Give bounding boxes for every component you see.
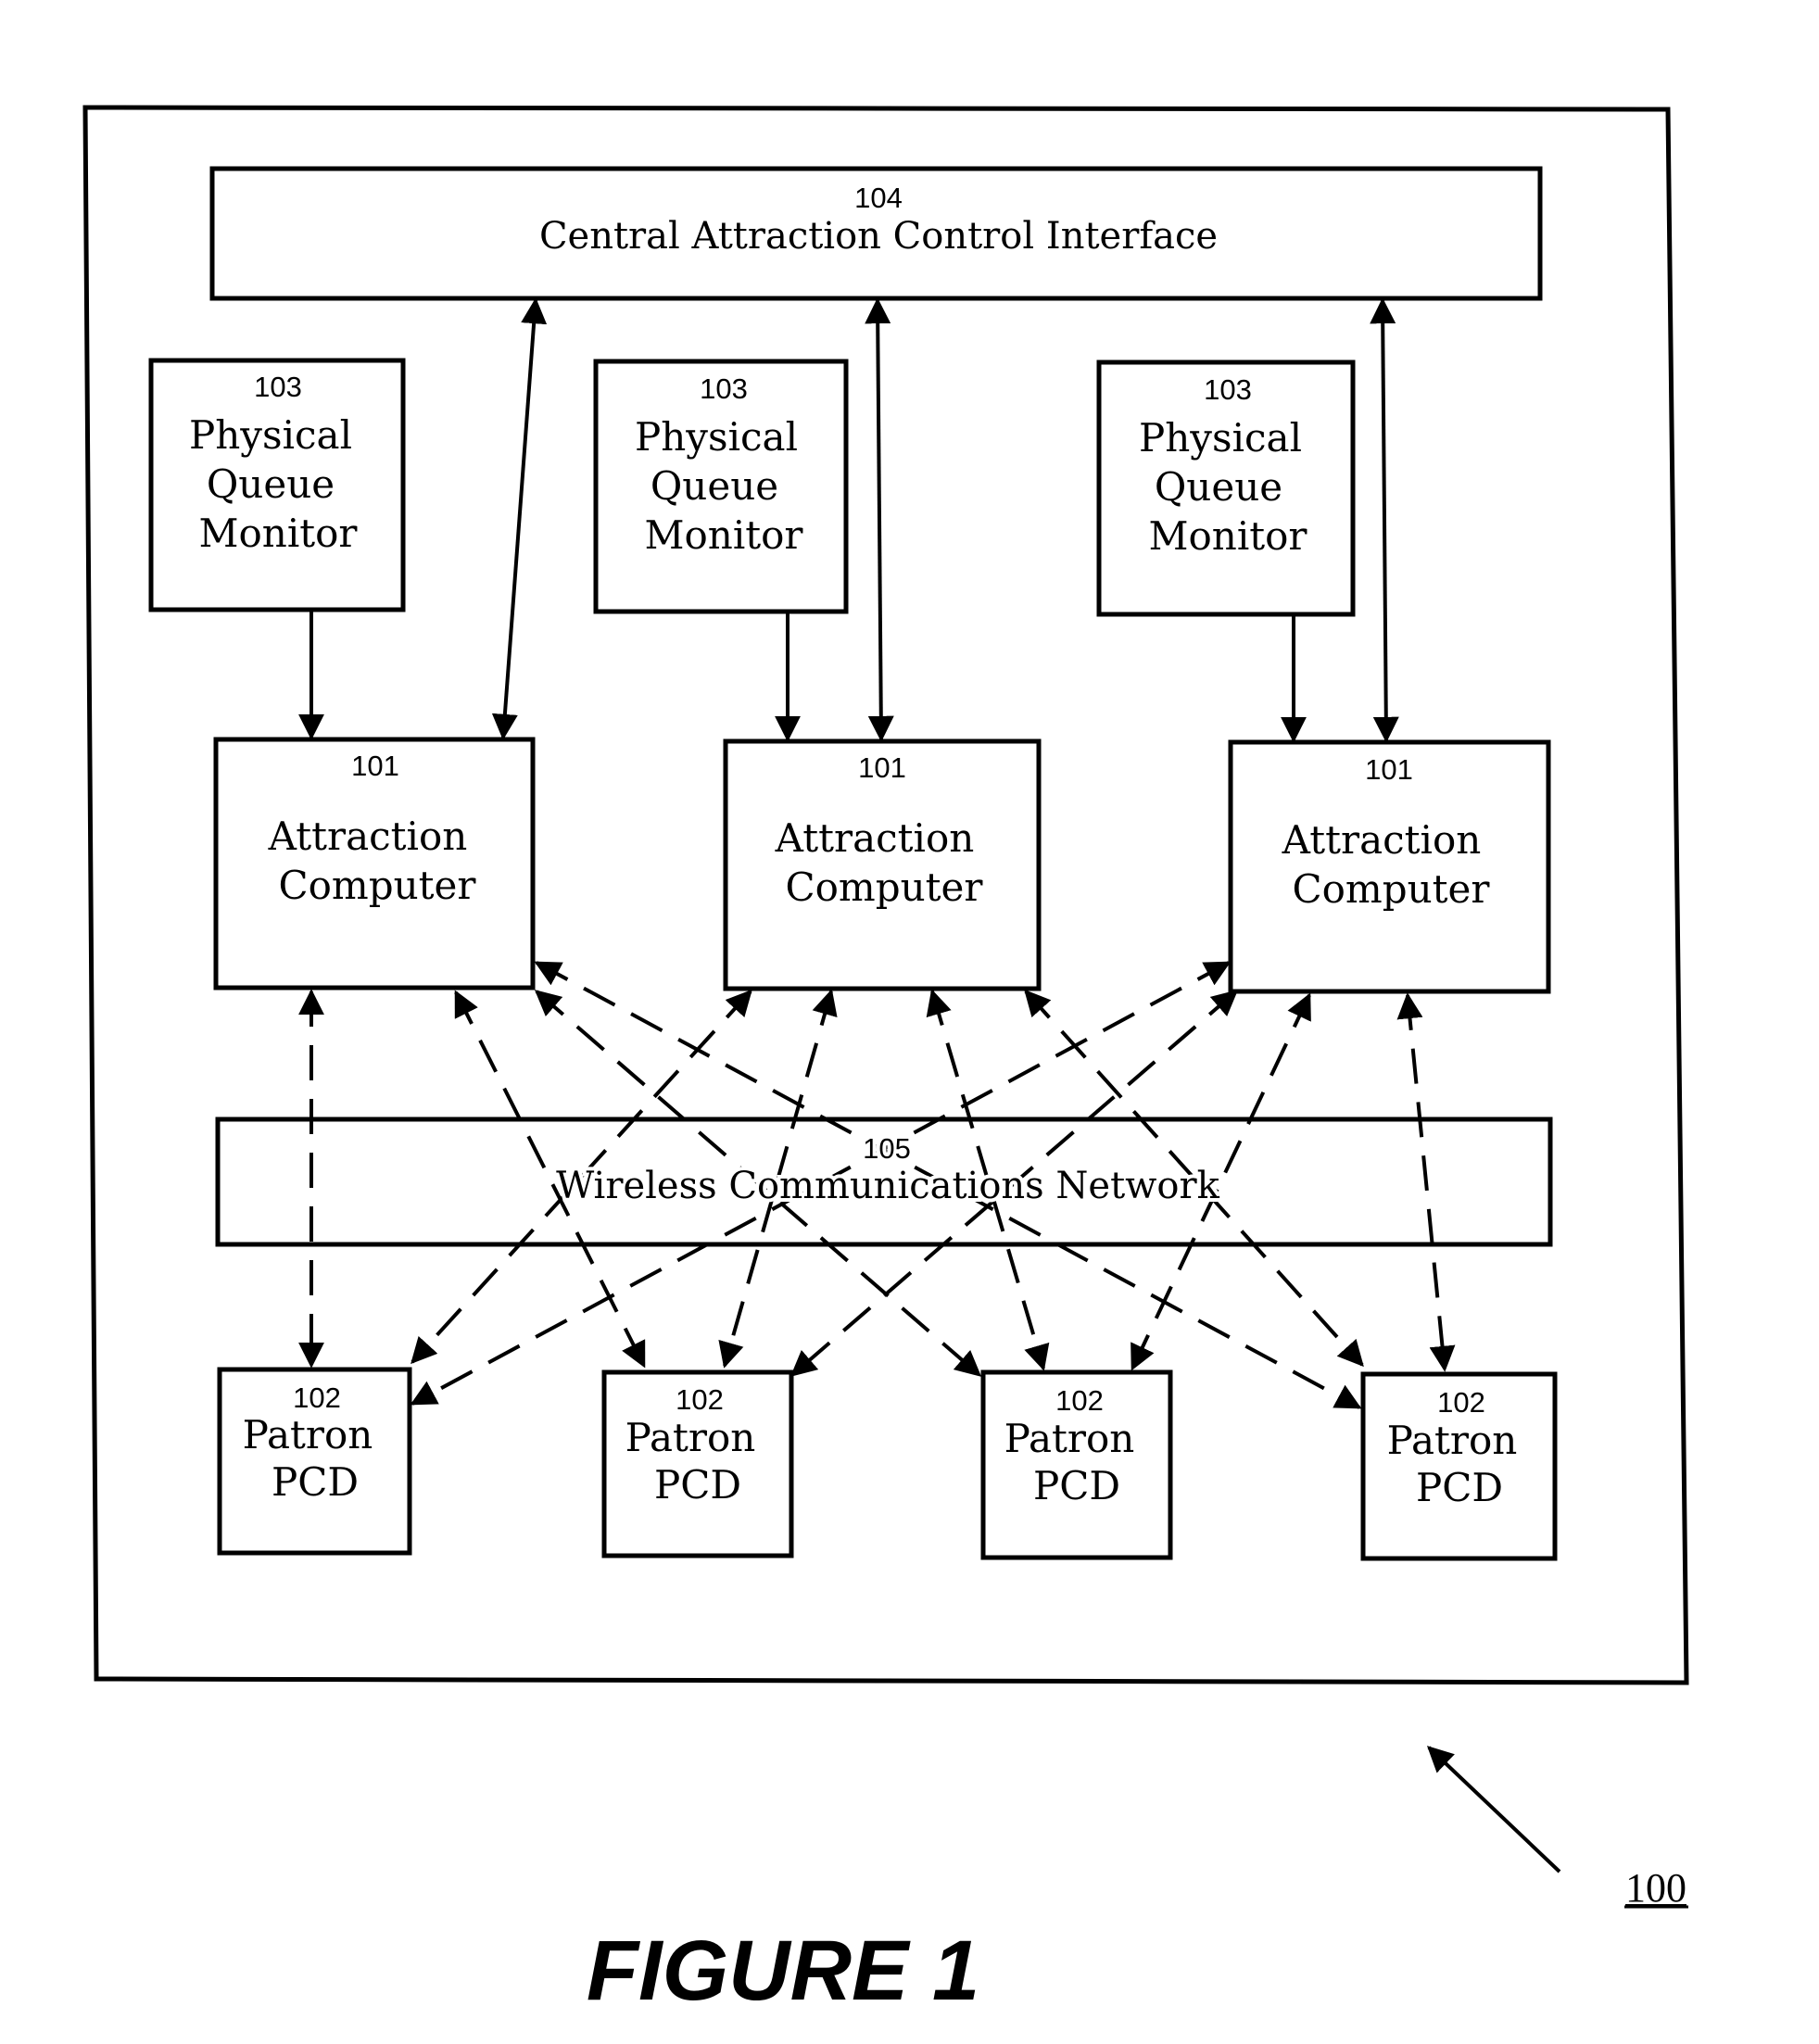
patron-pcd-label-line: PCD <box>272 1459 359 1505</box>
central-interface-label: Central Attraction Control Interface <box>539 215 1218 258</box>
attraction-computer-3: 101 Attraction Computer <box>1228 739 1551 994</box>
attraction-computer-1: 101 Attraction Computer <box>213 737 536 990</box>
attraction-computer-number: 101 <box>351 750 399 782</box>
arrow-attraction-computer-3-central-interface <box>1370 297 1399 743</box>
reference-arrow <box>1426 1746 1561 1874</box>
queue-monitor-3: 103 Physical Queue Monitor <box>1096 360 1356 617</box>
system-diagram: 104 Central Attraction Control Interface… <box>82 105 1689 2018</box>
patron-pcd-2: 102 Patron PCD <box>601 1369 794 1558</box>
queue-monitor-label-line: Physical <box>1139 415 1302 461</box>
attraction-computer-number: 101 <box>1365 753 1413 786</box>
patron-pcd-label-line: PCD <box>654 1462 741 1508</box>
central-attraction-control-interface: 104 Central Attraction Control Interface <box>209 166 1543 301</box>
queue-monitor-number: 103 <box>1204 373 1252 406</box>
network-number: 105 <box>863 1132 911 1165</box>
attraction-computer-label-line: Attraction <box>775 815 975 861</box>
attraction-computer-2: 101 Attraction Computer <box>723 738 1042 991</box>
patron-pcd-label-line: Patron <box>1387 1418 1518 1463</box>
arrow-attraction-computer-2-central-interface <box>865 297 894 742</box>
patron-pcd-number: 102 <box>1055 1384 1104 1417</box>
attraction-computer-number: 101 <box>858 751 906 784</box>
patron-pcd-label-line: Patron <box>625 1415 756 1460</box>
figure-caption: FIGURE 1 <box>587 1924 979 2018</box>
queue-monitor-number: 103 <box>700 372 748 405</box>
attraction-computer-label-line: Attraction <box>1282 817 1482 863</box>
patron-pcd-4: 102 Patron PCD <box>1360 1371 1558 1561</box>
queue-monitor-1: 103 Physical Queue Monitor <box>148 358 406 612</box>
patron-pcd-number: 102 <box>676 1383 724 1416</box>
patron-pcd-number: 102 <box>1437 1386 1485 1419</box>
queue-monitor-label-line: Monitor <box>1148 513 1307 559</box>
queue-monitor-label-line: Queue <box>1155 464 1282 510</box>
attraction-computer-label-line: Computer <box>279 863 477 908</box>
reference-numeral: 100 <box>1625 1865 1686 1911</box>
attraction-computer-label-line: Computer <box>1293 866 1491 912</box>
central-interface-number: 104 <box>854 182 903 214</box>
queue-monitor-label-line: Monitor <box>644 512 803 558</box>
patron-pcd-label-line: Patron <box>243 1412 373 1457</box>
patron-pcd-label-line: PCD <box>1416 1465 1503 1510</box>
queue-monitor-label-line: Monitor <box>198 511 358 556</box>
patron-pcd-3: 102 Patron PCD <box>980 1369 1173 1560</box>
queue-monitor-label-line: Queue <box>207 461 335 507</box>
patron-pcd-label-line: PCD <box>1033 1463 1120 1508</box>
queue-monitor-label-line: Queue <box>651 463 778 509</box>
queue-monitor-2: 103 Physical Queue Monitor <box>593 359 849 614</box>
queue-monitor-label-line: Physical <box>635 414 798 460</box>
patron-pcd-1: 102 Patron PCD <box>217 1367 412 1556</box>
patron-pcd-number: 102 <box>293 1382 341 1414</box>
arrow-attraction-computer-1-central-interface <box>491 297 548 740</box>
queue-monitor-label-line: Physical <box>189 412 352 458</box>
attraction-computer-label-line: Attraction <box>268 814 468 859</box>
network-label: Wireless Communications Network <box>556 1165 1219 1207</box>
patron-pcd-label-line: Patron <box>1004 1416 1135 1461</box>
queue-monitor-number: 103 <box>254 371 302 403</box>
attraction-computer-label-line: Computer <box>786 864 984 910</box>
